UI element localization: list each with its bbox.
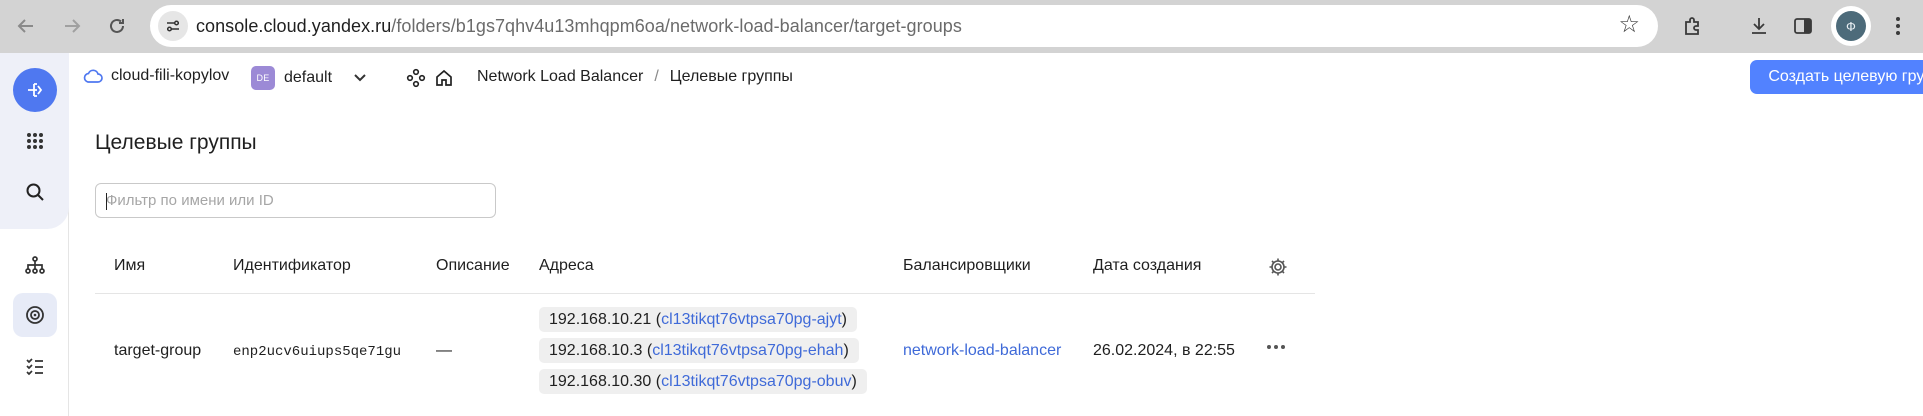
profile-initial: Ф xyxy=(1836,11,1866,41)
create-target-group-button[interactable]: Создать целевую группу xyxy=(1750,60,1923,94)
address-paren-open: ( xyxy=(642,341,653,359)
address-bar[interactable]: console.cloud.yandex.ru/folders/b1gs7qhv… xyxy=(150,5,1658,47)
address-paren-close: ) xyxy=(841,310,847,328)
cell-id: enp2ucv6uiups5qe71gu xyxy=(233,344,402,360)
address-chip: 192.168.10.30 (cl13tikqt76vtpsa70pg-obuv… xyxy=(539,369,867,394)
text-cursor xyxy=(106,193,107,210)
column-header-addresses[interactable]: Адреса xyxy=(539,257,594,275)
cell-description: — xyxy=(436,342,452,359)
instance-link[interactable]: cl13tikqt76vtpsa70pg-ajyt xyxy=(661,311,842,329)
bookmark-star-icon[interactable]: ☆ xyxy=(1618,13,1640,37)
filter-field[interactable] xyxy=(95,183,496,218)
folder-selector[interactable]: DE default xyxy=(251,66,332,90)
site-settings-icon[interactable] xyxy=(158,11,188,41)
breadcrumb: Network Load Balancer / Целевые группы xyxy=(477,68,793,86)
cell-created: 26.02.2024, в 22:55 xyxy=(1093,342,1235,359)
column-header-id[interactable]: Идентификатор xyxy=(233,257,351,275)
reload-icon[interactable] xyxy=(101,10,133,42)
download-icon[interactable] xyxy=(1743,10,1775,42)
address-paren-close: ) xyxy=(851,372,857,390)
table-header: Имя Идентификатор Описание Адреса Баланс… xyxy=(95,245,1315,294)
home-icon[interactable] xyxy=(433,67,455,89)
cloud-name: cloud-fili-kopylov xyxy=(111,67,230,84)
services-menu-icon[interactable] xyxy=(13,68,57,112)
address-paren-open: ( xyxy=(651,372,662,390)
folder-badge: DE xyxy=(251,66,275,90)
all-services-grid-icon[interactable] xyxy=(13,119,57,163)
address-ip: 192.168.10.30 xyxy=(549,372,652,390)
load-balancers-icon[interactable] xyxy=(13,243,57,287)
app-sidebar xyxy=(0,53,69,416)
breadcrumb-service[interactable]: Network Load Balancer xyxy=(477,68,643,85)
target-groups-icon[interactable] xyxy=(13,293,57,337)
table-row[interactable]: target-group enp2ucv6uiups5qe71gu — 192.… xyxy=(95,295,1315,416)
url-path: /folders/b1gs7qhv4u13mhqpm6oa/network-lo… xyxy=(391,16,962,36)
cloud-selector[interactable]: cloud-fili-kopylov xyxy=(83,67,229,85)
chevron-down-icon[interactable] xyxy=(351,68,369,91)
column-header-description[interactable]: Описание xyxy=(436,257,510,275)
forward-icon[interactable] xyxy=(56,10,88,42)
filter-input[interactable] xyxy=(96,184,495,217)
browser-menu-icon[interactable] xyxy=(1884,12,1912,40)
address-paren-open: ( xyxy=(651,310,662,328)
cloud-icon xyxy=(83,69,103,83)
row-actions-ellipsis-icon[interactable] xyxy=(1267,345,1285,349)
address-ip: 192.168.10.3 xyxy=(549,341,643,359)
page-title: Целевые группы xyxy=(95,131,257,154)
console-header: cloud-fili-kopylov DE default Network Lo… xyxy=(69,53,1923,103)
operations-list-icon[interactable] xyxy=(13,344,57,388)
address-chip: 192.168.10.21 (cl13tikqt76vtpsa70pg-ajyt… xyxy=(539,307,857,332)
search-icon[interactable] xyxy=(13,170,57,214)
url-text[interactable]: console.cloud.yandex.ru/folders/b1gs7qhv… xyxy=(196,16,962,37)
url-host: console.cloud.yandex.ru xyxy=(196,16,392,36)
address-paren-close: ) xyxy=(843,341,849,359)
instance-link[interactable]: cl13tikqt76vtpsa70pg-obuv xyxy=(661,373,851,391)
address-chip: 192.168.10.3 (cl13tikqt76vtpsa70pg-ehah) xyxy=(539,338,859,363)
column-header-balancers[interactable]: Балансировщики xyxy=(903,257,1031,275)
breadcrumb-separator: / xyxy=(654,68,659,85)
extensions-icon[interactable] xyxy=(1677,10,1709,42)
service-hub-icon[interactable] xyxy=(405,67,427,89)
cell-name: target-group xyxy=(114,342,202,359)
address-ip: 192.168.10.21 xyxy=(549,310,652,328)
breadcrumb-current: Целевые группы xyxy=(669,68,793,85)
folder-name: default xyxy=(284,69,333,86)
balancer-link[interactable]: network-load-balancer xyxy=(903,342,1061,360)
column-header-created[interactable]: Дата создания xyxy=(1093,257,1201,275)
browser-toolbar: console.cloud.yandex.ru/folders/b1gs7qhv… xyxy=(0,0,1923,53)
column-header-name[interactable]: Имя xyxy=(114,257,145,275)
side-panel-icon[interactable] xyxy=(1787,10,1819,42)
profile-avatar[interactable]: Ф xyxy=(1831,6,1871,46)
instance-link[interactable]: cl13tikqt76vtpsa70pg-ehah xyxy=(652,342,843,360)
table-settings-gear-icon[interactable] xyxy=(1267,256,1289,283)
back-icon[interactable] xyxy=(10,10,42,42)
